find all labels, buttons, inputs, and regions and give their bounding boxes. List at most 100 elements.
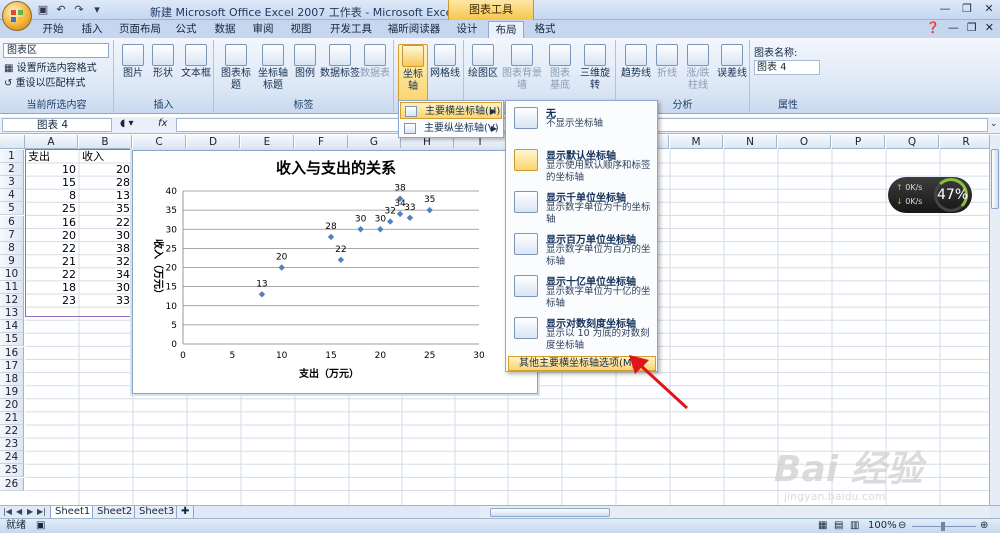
- row-header-4[interactable]: 4: [0, 189, 24, 203]
- primary-vertical-axis-item[interactable]: 主要纵坐标轴(V) ▶: [400, 120, 502, 137]
- close-icon[interactable]: ✕: [982, 2, 996, 16]
- row-header-6[interactable]: 6: [0, 215, 24, 229]
- ribbon-close-icon[interactable]: ✕: [985, 21, 994, 34]
- zoom-in-icon[interactable]: ⊕: [980, 519, 988, 533]
- row-header-10[interactable]: 10: [0, 267, 24, 281]
- insert-function-button[interactable]: fx: [158, 118, 167, 129]
- x-axis-title[interactable]: 支出（万元）: [298, 367, 359, 380]
- data-point[interactable]: [396, 210, 404, 218]
- column-header-c[interactable]: C: [133, 135, 186, 149]
- data-labels-button[interactable]: 数据标签: [320, 44, 360, 80]
- data-label[interactable]: 35: [424, 195, 435, 205]
- row-header-12[interactable]: 12: [0, 294, 24, 308]
- row-header-24[interactable]: 24: [0, 451, 24, 465]
- plot-area-button[interactable]: 绘图区: [468, 44, 498, 80]
- column-header-d[interactable]: D: [187, 135, 240, 149]
- data-label[interactable]: 13: [256, 279, 267, 289]
- data-label[interactable]: 38: [394, 184, 406, 194]
- tab-insert[interactable]: 插入: [74, 21, 110, 38]
- legend-button[interactable]: 图例: [292, 44, 318, 80]
- data-label[interactable]: 30: [355, 214, 367, 224]
- data-point[interactable]: [357, 226, 364, 233]
- column-header-g[interactable]: G: [348, 135, 401, 149]
- row-header-5[interactable]: 5: [0, 202, 24, 216]
- data-label[interactable]: 28: [325, 222, 337, 232]
- column-header-f[interactable]: F: [295, 135, 348, 149]
- column-header-e[interactable]: E: [241, 135, 294, 149]
- column-header-q[interactable]: Q: [886, 135, 939, 149]
- cell-b9[interactable]: 32: [80, 255, 132, 268]
- minimize-icon[interactable]: —: [938, 2, 952, 16]
- data-table-button[interactable]: 数据表: [360, 44, 390, 80]
- tab-developer[interactable]: 开发工具: [326, 21, 376, 38]
- cell-a5[interactable]: 25: [26, 202, 78, 215]
- lines-button[interactable]: 折线: [654, 44, 680, 80]
- tab-foxit-reader[interactable]: 福昕阅读器: [384, 21, 444, 38]
- zoom-slider-thumb[interactable]: [941, 522, 945, 531]
- cell-a11[interactable]: 18: [26, 281, 78, 294]
- axis-option-billions[interactable]: 显示十亿单位坐标轴 显示数字单位为十亿的坐标轴: [508, 271, 656, 311]
- tab-design[interactable]: 设计: [450, 21, 484, 38]
- chart-title-button[interactable]: 图表标题: [218, 44, 254, 92]
- column-header-a[interactable]: A: [25, 135, 78, 149]
- row-header-20[interactable]: 20: [0, 398, 24, 412]
- restore-icon[interactable]: ❐: [960, 2, 974, 16]
- cell-b6[interactable]: 22: [80, 216, 132, 229]
- chart-name-input[interactable]: 图表 4: [754, 60, 820, 75]
- axes-button[interactable]: 坐标轴: [398, 44, 428, 102]
- normal-view-icon[interactable]: ▦: [818, 519, 827, 533]
- ribbon-restore-icon[interactable]: ❐: [967, 21, 977, 34]
- axis-option-default[interactable]: 显示默认坐标轴 显示使用默认顺序和标签的坐标轴: [508, 145, 656, 185]
- row-header-8[interactable]: 8: [0, 241, 24, 255]
- column-header-r[interactable]: R: [940, 135, 989, 149]
- cell-b4[interactable]: 13: [80, 189, 132, 202]
- axis-option-none[interactable]: 无 不显示坐标轴: [508, 103, 656, 139]
- row-header-18[interactable]: 18: [0, 372, 24, 386]
- updown-bars-button[interactable]: 涨/跌 柱线: [682, 44, 714, 92]
- data-label[interactable]: 20: [276, 253, 288, 263]
- tab-review[interactable]: 审阅: [246, 21, 280, 38]
- gridlines-button[interactable]: 网格线: [430, 44, 460, 80]
- tab-layout[interactable]: 布局: [488, 21, 524, 38]
- prev-sheet-icon[interactable]: ◀: [16, 507, 22, 516]
- data-point[interactable]: [337, 256, 345, 264]
- row-header-22[interactable]: 22: [0, 425, 24, 439]
- chart-element-select[interactable]: 图表区: [3, 43, 109, 58]
- cell-a3[interactable]: 15: [26, 176, 78, 189]
- row-header-2[interactable]: 2: [0, 163, 24, 177]
- select-all-corner[interactable]: [0, 135, 25, 149]
- row-header-9[interactable]: 9: [0, 254, 24, 268]
- column-header-o[interactable]: O: [778, 135, 831, 149]
- horizontal-scroll-thumb[interactable]: [490, 508, 610, 517]
- column-header-m[interactable]: M: [670, 135, 723, 149]
- primary-horizontal-axis-item[interactable]: 主要横坐标轴(H) ▶: [400, 102, 502, 119]
- scatter-chart[interactable]: 收入与支出的关系 支出（万元） 收入（万元） 0 5 10 15 20 25 30 35 40 0…: [132, 150, 538, 394]
- zoom-out-icon[interactable]: ⊖: [898, 519, 906, 533]
- row-header-3[interactable]: 3: [0, 176, 24, 190]
- y-axis-title[interactable]: 收入（万元）: [152, 239, 165, 299]
- column-header-p[interactable]: P: [832, 135, 885, 149]
- data-label[interactable]: 22: [335, 245, 346, 255]
- row-header-21[interactable]: 21: [0, 412, 24, 425]
- cell-b3[interactable]: 28: [80, 176, 132, 189]
- page-layout-view-icon[interactable]: ▤: [834, 519, 843, 533]
- vertical-scroll-thumb[interactable]: [991, 149, 999, 209]
- row-header-25[interactable]: 25: [0, 464, 24, 478]
- chart-title[interactable]: 收入与支出的关系: [276, 159, 396, 177]
- cell-b11[interactable]: 30: [80, 281, 132, 294]
- last-sheet-icon[interactable]: ▶|: [37, 507, 46, 516]
- cell-a10[interactable]: 22: [26, 268, 78, 281]
- picture-button[interactable]: 图片: [120, 44, 146, 80]
- row-header-1[interactable]: 1: [0, 150, 24, 163]
- row-header-17[interactable]: 17: [0, 359, 24, 373]
- cell-b2[interactable]: 20: [80, 163, 132, 176]
- cell-a4[interactable]: 8: [26, 189, 78, 202]
- row-header-11[interactable]: 11: [0, 281, 24, 294]
- data-point[interactable]: [327, 233, 335, 241]
- row-header-19[interactable]: 19: [0, 385, 24, 399]
- row-header-13[interactable]: 13: [0, 307, 24, 321]
- network-speed-widget[interactable]: ↑ 0K/s ↓ 0K/s 47%: [888, 177, 972, 213]
- ribbon-minimize-icon[interactable]: —: [948, 21, 959, 34]
- tab-data[interactable]: 数据: [208, 21, 242, 38]
- save-icon[interactable]: ▣: [36, 3, 50, 17]
